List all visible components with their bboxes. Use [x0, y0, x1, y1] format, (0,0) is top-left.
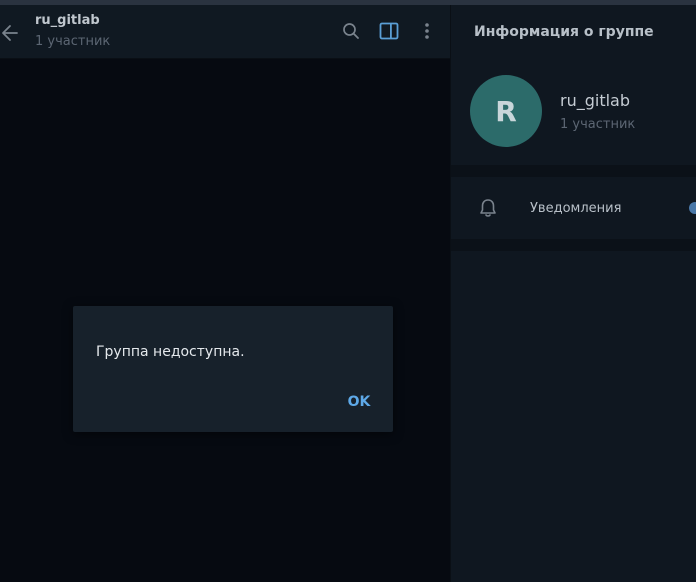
section-divider — [451, 165, 696, 177]
more-vertical-icon[interactable] — [416, 20, 438, 42]
bell-icon — [477, 197, 499, 219]
group-name: ru_gitlab — [560, 91, 630, 110]
dialog-message: Группа недоступна. — [96, 344, 245, 360]
avatar[interactable]: R — [470, 75, 542, 147]
chat-header: ru_gitlab 1 участник — [0, 5, 450, 59]
chat-title[interactable]: ru_gitlab — [35, 13, 100, 28]
telegram-window: ru_gitlab 1 участник Информация о группе… — [0, 0, 696, 582]
group-members-count[interactable]: 1 участник — [560, 117, 635, 132]
notifications-row[interactable]: Уведомления — [451, 177, 696, 239]
notifications-toggle[interactable] — [689, 202, 696, 214]
info-panel-title: Информация о группе — [474, 24, 654, 40]
chat-subtitle[interactable]: 1 участник — [35, 34, 110, 49]
search-icon[interactable] — [340, 20, 362, 42]
error-dialog: Группа недоступна. OK — [73, 306, 393, 432]
avatar-letter: R — [495, 94, 517, 128]
ok-button[interactable]: OK — [341, 386, 377, 418]
group-info-panel: Информация о группе R ru_gitlab 1 участн… — [451, 5, 696, 582]
sidebar-panel-icon[interactable] — [378, 20, 400, 42]
notifications-label: Уведомления — [530, 201, 622, 216]
arrow-left-icon[interactable] — [0, 23, 20, 43]
section-divider — [451, 239, 696, 251]
